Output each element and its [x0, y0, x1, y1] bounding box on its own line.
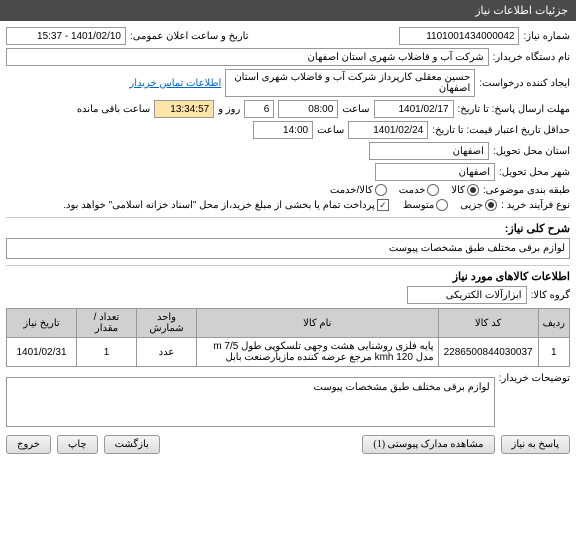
radio-dot-icon — [436, 199, 448, 211]
cell-unit: عدد — [137, 338, 197, 367]
time-label-1: ساعت — [342, 104, 369, 115]
back-button[interactable]: بازگشت — [104, 435, 160, 454]
buyer-label: نام دستگاه خریدار: — [493, 52, 570, 63]
cell-date: 1401/02/31 — [7, 338, 77, 367]
category-radio-group: کالا خدمت کالا/خدمت — [330, 184, 479, 196]
category-label: طبقه بندی موضوعی: — [483, 185, 570, 196]
radio-both[interactable]: کالا/خدمت — [330, 184, 387, 196]
deadline-date: 1401/02/17 — [374, 100, 454, 118]
validity-time: 14:00 — [253, 121, 313, 139]
window-title: جزئیات اطلاعات نیاز — [475, 5, 568, 17]
table-row[interactable]: 1 2286500844030037 پایه فلزی روشنایی هشت… — [7, 338, 570, 367]
desc-box: لوازم برقی مختلف طبق مشخصات پیوست — [6, 238, 570, 259]
treasury-note: پرداخت تمام یا بخشی از مبلغ خرید،از محل … — [63, 200, 375, 211]
radio-dot-icon — [427, 184, 439, 196]
radio-dot-icon — [375, 184, 387, 196]
th-row: ردیف — [538, 309, 569, 338]
group-label: گروه کالا: — [531, 290, 570, 301]
countdown: 13:34:57 — [154, 100, 214, 118]
reply-button[interactable]: پاسخ به نیاز — [501, 435, 571, 454]
th-unit: واحد شمارش — [137, 309, 197, 338]
radio-medium-label: متوسط — [403, 200, 434, 211]
th-qty: تعداد / مقدار — [77, 309, 137, 338]
group-value: ابزارآلات الکتریکی — [407, 286, 527, 304]
radio-service-label: خدمت — [399, 185, 426, 196]
city-label: شهر محل تحویل: — [499, 167, 570, 178]
items-table: ردیف کد کالا نام کالا واحد شمارش تعداد /… — [6, 308, 570, 367]
days-label: روز و — [218, 104, 240, 115]
creator-name: حسین معقلی کارپرداز شرکت آب و فاضلاب شهر… — [225, 69, 475, 97]
process-label: نوع فرآیند خرید : — [501, 200, 570, 211]
radio-goods[interactable]: کالا — [451, 184, 479, 196]
radio-both-label: کالا/خدمت — [330, 185, 373, 196]
cell-name: پایه فلزی روشنایی هشت وجهی تلسکوپی طول m… — [197, 338, 439, 367]
creator-label: ایجاد کننده درخواست: — [479, 78, 570, 89]
validity-date: 1401/02/24 — [348, 121, 428, 139]
print-button[interactable]: چاپ — [57, 435, 98, 454]
cell-code: 2286500844030037 — [438, 338, 538, 367]
process-radio-group: جزیی متوسط — [403, 199, 497, 211]
deadline-time: 08:00 — [278, 100, 338, 118]
desc-title: شرح کلی نیاز: — [6, 217, 570, 235]
cell-row: 1 — [538, 338, 569, 367]
checkbox-icon — [377, 199, 389, 211]
time-label-2: ساعت — [317, 125, 344, 136]
radio-small-label: جزیی — [460, 200, 483, 211]
number-label: شماره نیاز: — [523, 31, 570, 42]
main-content: شماره نیاز: 1101001434000042 تاریخ و ساع… — [0, 21, 576, 466]
items-title: اطلاعات کالاهای مورد نیاز — [6, 265, 570, 283]
contact-link[interactable]: اطلاعات تماس خریدار — [129, 78, 221, 89]
th-code: کد کالا — [438, 309, 538, 338]
need-number: 1101001434000042 — [399, 27, 519, 45]
treasury-check[interactable]: پرداخت تمام یا بخشی از مبلغ خرید،از محل … — [63, 199, 389, 211]
th-name: نام کالا — [197, 309, 439, 338]
radio-medium[interactable]: متوسط — [403, 199, 448, 211]
buyer-name: شرکت آب و فاضلاب شهری استان اصفهان — [6, 48, 489, 66]
attachments-button[interactable]: مشاهده مدارک پیوستی (1) — [362, 435, 494, 454]
th-date: تاریخ نیاز — [7, 309, 77, 338]
deadline-label: مهلت ارسال پاسخ: تا تاریخ: — [458, 104, 570, 115]
button-row: پاسخ به نیاز مشاهده مدارک پیوستی (1) باز… — [6, 435, 570, 460]
public-date-label: تاریخ و ساعت اعلان عمومی: — [130, 31, 249, 42]
public-date: 1401/02/10 - 15:37 — [6, 27, 126, 45]
radio-dot-icon — [467, 184, 479, 196]
radio-dot-icon — [485, 199, 497, 211]
exit-button[interactable]: خروج — [6, 435, 51, 454]
city: اصفهان — [375, 163, 495, 181]
buyer-notes: لوازم برقی مختلف طبق مشخصات پیوست — [6, 377, 495, 427]
radio-service[interactable]: خدمت — [399, 184, 440, 196]
notes-label: توضیحات خریدار: — [499, 373, 570, 384]
validity-label: حداقل تاریخ اعتبار قیمت: تا تاریخ: — [432, 125, 570, 136]
table-header-row: ردیف کد کالا نام کالا واحد شمارش تعداد /… — [7, 309, 570, 338]
province: اصفهان — [369, 142, 489, 160]
province-label: استان محل تحویل: — [493, 146, 570, 157]
cell-qty: 1 — [77, 338, 137, 367]
radio-small[interactable]: جزیی — [460, 199, 497, 211]
days-remaining: 6 — [244, 100, 274, 118]
remaining-label: ساعت باقی مانده — [77, 104, 150, 115]
radio-goods-label: کالا — [451, 185, 465, 196]
window-title-bar: جزئیات اطلاعات نیاز — [0, 0, 576, 21]
